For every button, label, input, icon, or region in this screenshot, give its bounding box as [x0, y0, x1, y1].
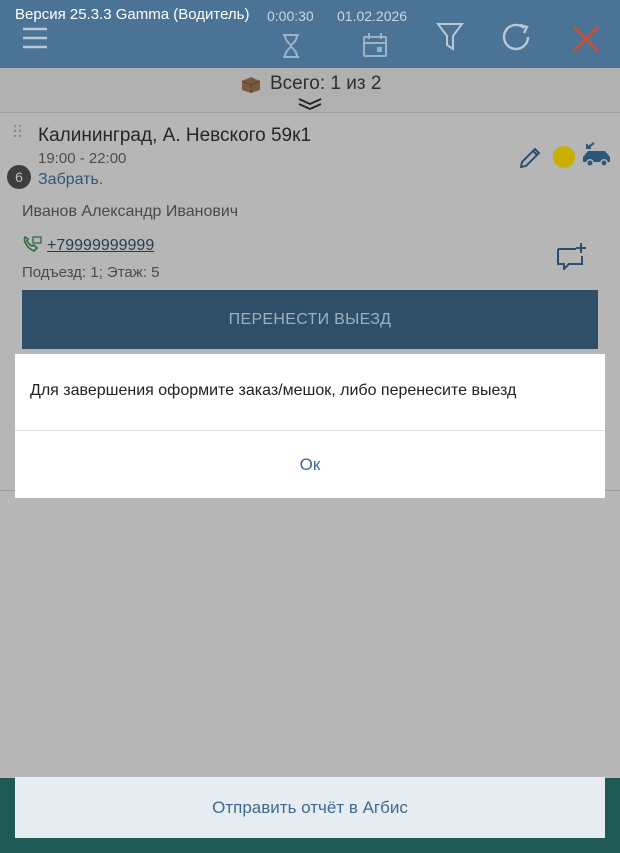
filter-icon[interactable] — [436, 22, 464, 52]
calendar-icon[interactable] — [362, 32, 388, 58]
package-icon — [241, 76, 261, 99]
version-label: Версия 25.3.3 Gamma (Водитель) — [15, 6, 250, 23]
ok-button[interactable]: Ок — [15, 431, 605, 498]
chevron-down-icon[interactable] — [298, 97, 322, 115]
reschedule-button[interactable]: ПЕРЕНЕСТИ ВЫЕЗД — [22, 290, 598, 349]
menu-icon[interactable] — [22, 26, 48, 50]
summary-count: Всего: 1 из 2 — [270, 73, 382, 94]
close-icon[interactable] — [572, 25, 600, 53]
drag-handle-icon[interactable] — [13, 124, 23, 143]
alert-dialog: Для завершения оформите заказ/мешок, либ… — [15, 354, 605, 498]
phone-link[interactable]: +79999999999 — [47, 237, 154, 255]
phone-icon[interactable] — [22, 235, 42, 258]
refresh-icon[interactable] — [501, 22, 533, 52]
order-action: Забрать. — [38, 171, 104, 188]
order-number-badge: 6 — [7, 165, 31, 189]
dialog-message: Для завершения оформите заказ/мешок, либ… — [30, 382, 517, 399]
edit-icon[interactable] — [517, 145, 543, 176]
car-icon[interactable] — [580, 142, 614, 175]
order-time-range: 19:00 - 22:00 — [38, 150, 127, 167]
timer-label: 0:00:30 — [267, 8, 314, 24]
add-comment-icon[interactable] — [556, 242, 588, 275]
hourglass-icon[interactable] — [282, 34, 300, 58]
order-address: Калининград, А. Невского 59к1 — [38, 125, 312, 146]
entrance-floor: Подъезд: 1; Этаж: 5 — [22, 264, 160, 281]
status-dot — [553, 146, 575, 168]
send-report-button[interactable]: Отправить отчёт в Агбис — [15, 777, 605, 838]
customer-name: Иванов Александр Иванович — [22, 203, 239, 220]
date-label: 01.02.2026 — [337, 8, 408, 24]
